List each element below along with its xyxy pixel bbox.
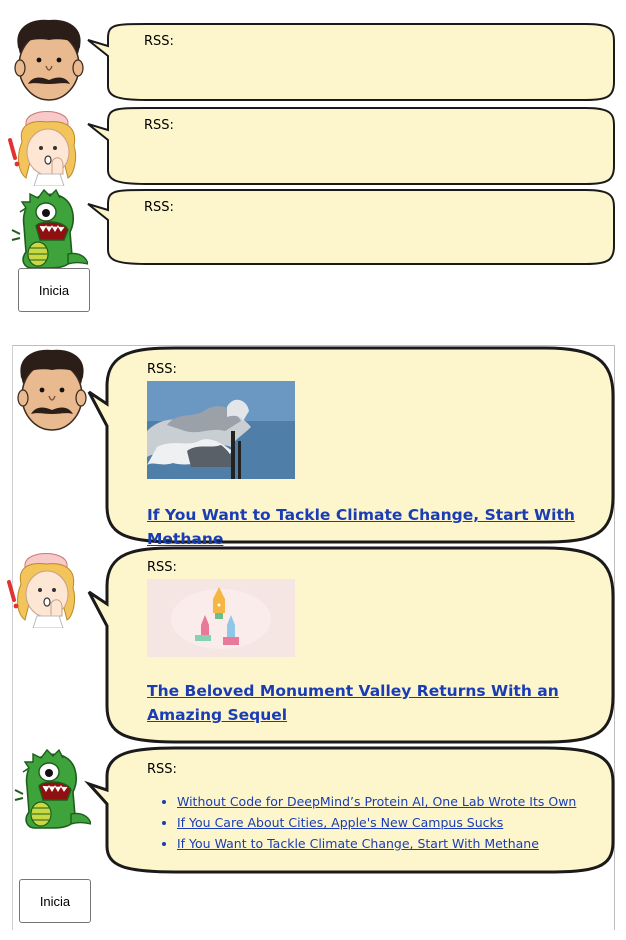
rss-panel-loaded: RSS: If You Want to Tackle Climate Chang… [12, 345, 615, 930]
speech-bubble: RSS: [86, 188, 616, 266]
rss-label: RSS: [147, 560, 177, 575]
article-title-link[interactable]: The Beloved Monument Valley Returns With… [147, 679, 595, 727]
rss-item-link[interactable]: If You Want to Tackle Climate Change, St… [177, 836, 539, 851]
rss-label: RSS: [144, 118, 174, 133]
speech-bubble: RSS: [86, 106, 616, 186]
rss-item-link[interactable]: If You Care About Cities, Apple's New Ca… [177, 815, 503, 830]
monument-valley-game-art[interactable] [147, 579, 295, 657]
speech-bubble: RSS: [86, 22, 616, 102]
speech-bubble: RSS: If You Want to Tackle Climate Chang… [85, 346, 615, 548]
list-item: Without Code for DeepMind’s Protein AI, … [177, 791, 601, 812]
green-dinosaur-icon [13, 746, 91, 830]
rss-label: RSS: [147, 362, 177, 377]
rss-label: RSS: [147, 762, 177, 777]
man-with-mustache-icon [13, 348, 91, 432]
speech-bubble: RSS: Without Code for DeepMind’s Protein… [84, 746, 615, 876]
list-item: If You Care About Cities, Apple's New Ca… [177, 812, 601, 833]
smokestacks-photo[interactable] [147, 381, 295, 479]
rss-panel-initial: RSS: RSS: RSS: Inicia [0, 0, 626, 330]
speech-bubble: RSS: The Beloved Monument Valley Returns… [85, 546, 615, 746]
nurse-icon [8, 102, 86, 186]
rss-item-link[interactable]: Without Code for DeepMind’s Protein AI, … [177, 794, 576, 809]
green-dinosaur-icon [10, 186, 88, 270]
man-with-mustache-icon [10, 18, 88, 102]
start-button[interactable]: Inicia [18, 268, 90, 312]
rss-label: RSS: [144, 34, 174, 49]
start-button[interactable]: Inicia [19, 879, 91, 923]
rss-label: RSS: [144, 200, 174, 215]
nurse-icon [7, 544, 85, 628]
rss-link-list: Without Code for DeepMind’s Protein AI, … [177, 791, 601, 854]
article-title-link[interactable]: If You Want to Tackle Climate Change, St… [147, 503, 601, 551]
list-item: If You Want to Tackle Climate Change, St… [177, 833, 601, 854]
